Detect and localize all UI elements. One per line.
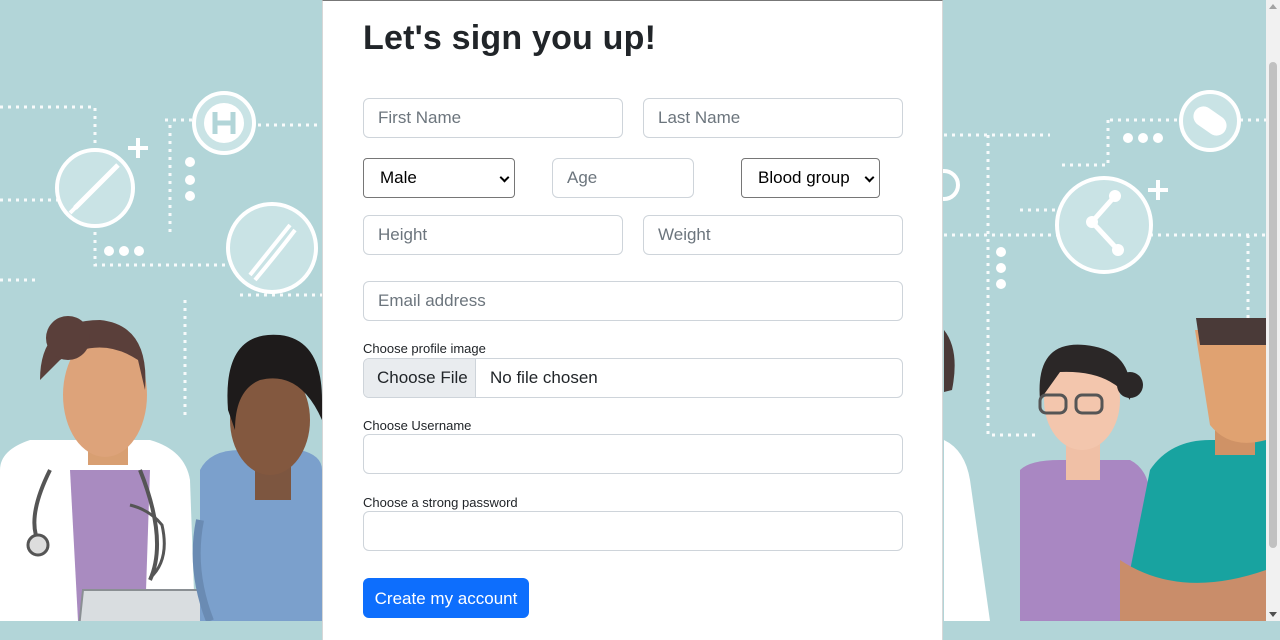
email-input[interactable]: Email address (363, 281, 903, 321)
create-account-button[interactable]: Create my account (363, 578, 529, 618)
blood-group-select[interactable]: Blood group (741, 158, 880, 198)
gender-select[interactable]: Male (363, 158, 515, 198)
height-input[interactable]: Height (363, 215, 623, 255)
hospital-icon (192, 91, 256, 155)
share-icon (1055, 176, 1153, 274)
profile-image-file-input[interactable]: Choose File No file chosen (363, 358, 903, 398)
chevron-down-icon (499, 172, 510, 183)
profile-image-label: Choose profile image (363, 341, 486, 356)
syringe-icon (55, 148, 135, 228)
username-label: Choose Username (363, 418, 472, 433)
password-label: Choose a strong password (363, 495, 518, 510)
scrollbar-thumb[interactable] (1269, 62, 1277, 548)
dna-icon (226, 202, 318, 294)
chevron-down-icon (864, 172, 875, 183)
weight-input[interactable]: Weight (643, 215, 903, 255)
scroll-up-arrow-icon[interactable] (1269, 4, 1277, 9)
blood-group-select-value: Blood group (758, 168, 850, 187)
file-name-text: No file chosen (490, 368, 598, 387)
page-title: Let's sign you up! (363, 19, 657, 57)
scroll-down-arrow-icon[interactable] (1269, 612, 1277, 617)
age-input[interactable]: Age (552, 158, 694, 198)
gender-select-value: Male (380, 168, 417, 187)
first-name-input[interactable]: First Name (363, 98, 623, 138)
pill-icon (1179, 90, 1241, 152)
choose-file-button[interactable]: Choose File (364, 359, 476, 397)
password-input[interactable] (363, 511, 903, 551)
vertical-scrollbar[interactable] (1266, 0, 1280, 621)
username-input[interactable] (363, 434, 903, 474)
signup-card: Let's sign you up! First Name Last Name … (322, 0, 943, 640)
last-name-input[interactable]: Last Name (643, 98, 903, 138)
